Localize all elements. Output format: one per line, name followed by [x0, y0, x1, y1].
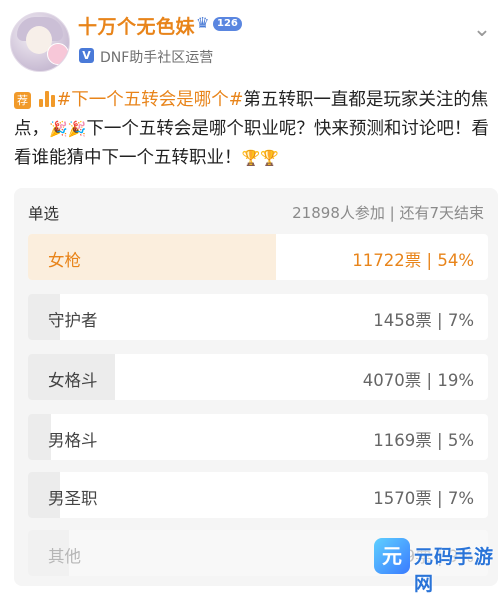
- trophy-icon: 🏆: [241, 149, 261, 167]
- vip-level: 126: [213, 17, 242, 31]
- option-label: 女格斗: [48, 371, 98, 390]
- party-popper-icon: 🎉: [49, 120, 68, 138]
- poll-option[interactable]: 守护者 1458票 | 7%: [28, 294, 488, 340]
- verify-description: DNF助手社区运营: [100, 50, 214, 66]
- watermark-logo-icon: 元: [374, 538, 410, 574]
- option-label: 守护者: [48, 311, 98, 330]
- option-result: 11722票 | 54%: [352, 251, 474, 270]
- poll-option[interactable]: 女格斗 4070票 | 19%: [28, 354, 488, 400]
- avatar-accessory: [47, 43, 69, 65]
- option-label: 其他: [48, 547, 81, 566]
- poll-header: 单选 21898人参加 | 还有7天结束: [14, 188, 498, 232]
- more-options-icon[interactable]: ⌄: [472, 19, 492, 41]
- user-nickname[interactable]: 十万个无色妹: [78, 12, 195, 39]
- option-result: 1570票 | 7%: [373, 489, 474, 508]
- poll-option[interactable]: 女枪 11722票 | 54%: [28, 234, 488, 280]
- poll-option[interactable]: 男格斗 1169票 | 5%: [28, 414, 488, 460]
- option-result: 1169票 | 5%: [373, 431, 474, 450]
- watermark-text: 元码手游网: [414, 546, 495, 595]
- verified-icon: V: [79, 48, 94, 63]
- topic-link[interactable]: #下一个五转会是哪个#: [57, 90, 244, 110]
- option-label: 男圣职: [48, 489, 98, 508]
- poll-card: 单选 21898人参加 | 还有7天结束 女枪 11722票 | 54% 守护者…: [14, 188, 498, 586]
- trophy-icon: 🏆: [260, 149, 279, 167]
- poll-stats: 21898人参加 | 还有7天结束: [292, 204, 484, 222]
- option-result: 4070票 | 19%: [362, 371, 474, 390]
- poll-bars-icon: [37, 90, 57, 107]
- post-content: 荐 #下一个五转会是哪个#第五转职一直都是玩家关注的焦点，🎉🎉下一个五转会是哪个…: [14, 86, 492, 173]
- poll-option[interactable]: 男圣职 1570票 | 7%: [28, 472, 488, 518]
- avatar[interactable]: [10, 12, 70, 72]
- recommend-badge: 荐: [14, 92, 31, 109]
- option-label: 女枪: [48, 251, 81, 270]
- site-watermark: 元 元码手游网: [374, 536, 494, 595]
- option-result: 1458票 | 7%: [373, 311, 474, 330]
- crown-icon: ♛: [196, 14, 210, 32]
- party-popper-icon: 🎉: [67, 120, 87, 138]
- poll-type: 单选: [28, 205, 60, 223]
- option-label: 男格斗: [48, 431, 98, 450]
- post-header: 十万个无色妹 ♛ 126 V DNF助手社区运营 ⌄: [0, 0, 500, 82]
- vip-badge[interactable]: ♛ 126: [196, 14, 248, 33]
